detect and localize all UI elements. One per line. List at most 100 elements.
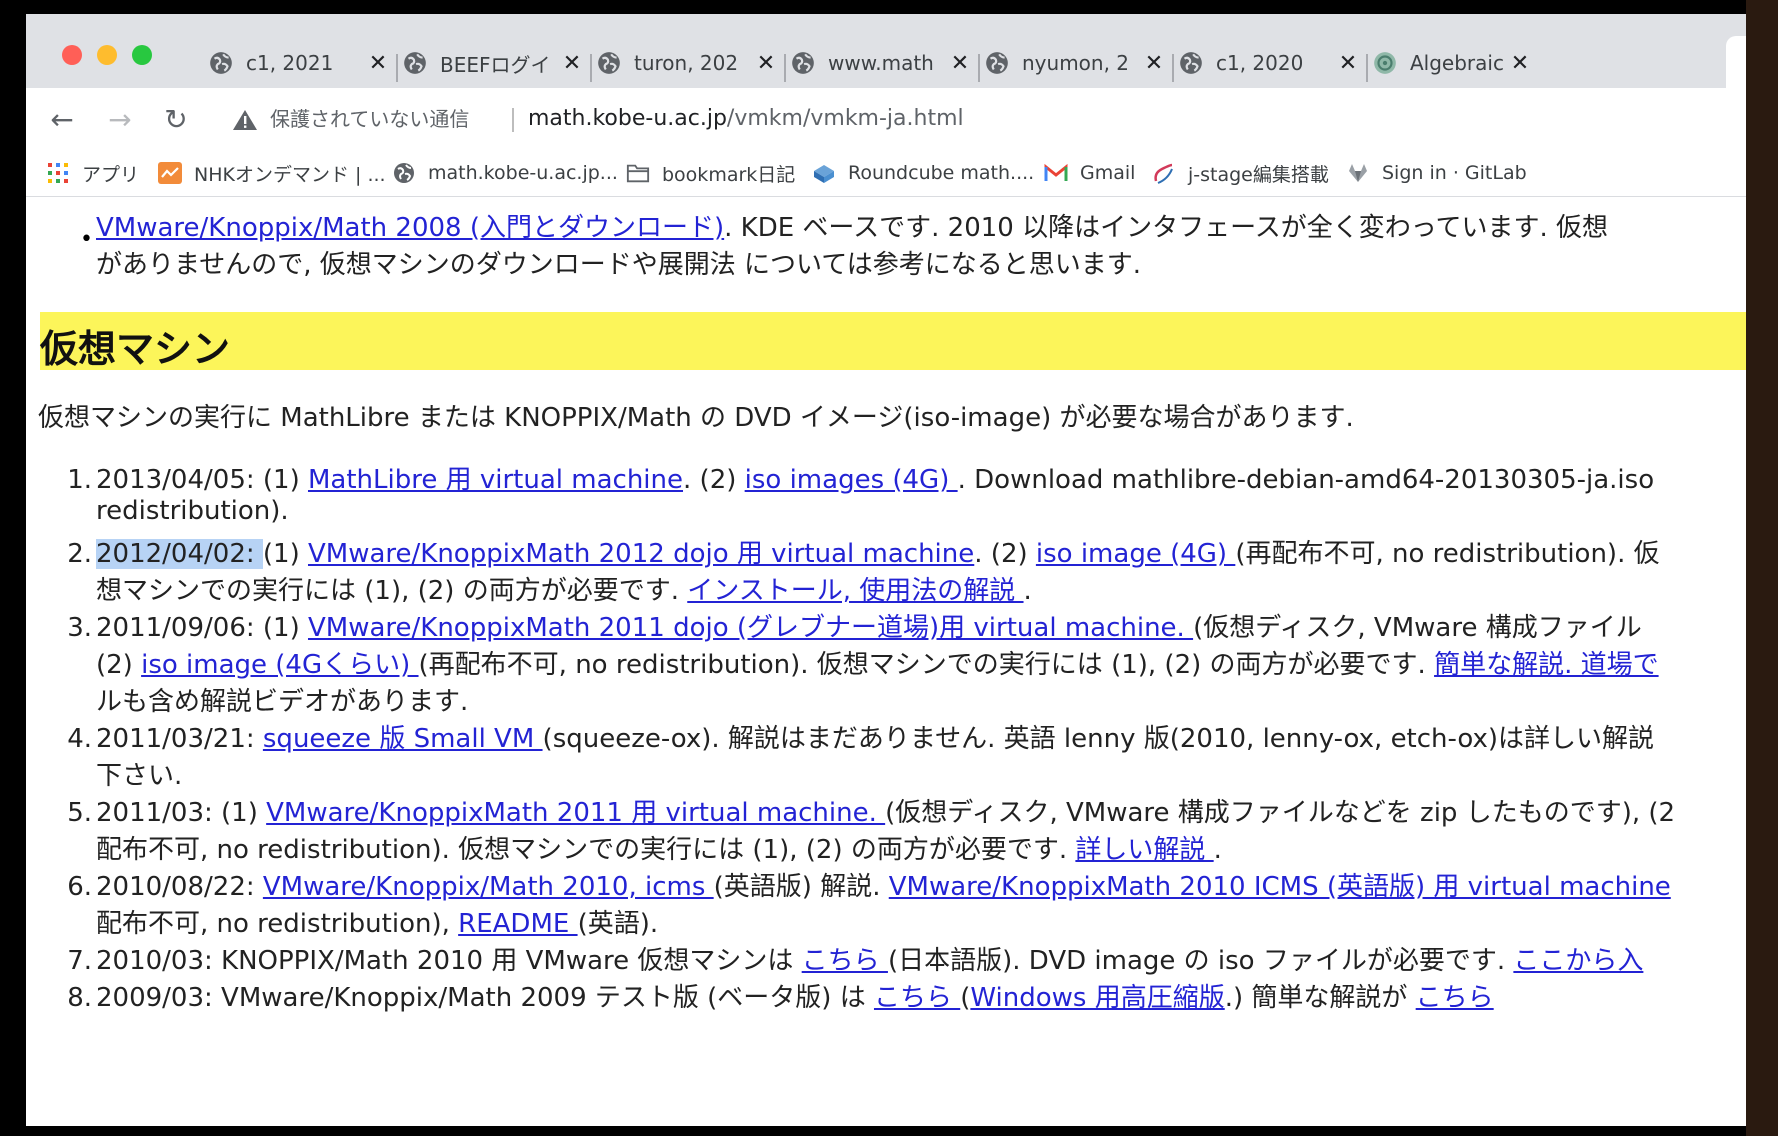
bookmark-label: Gmail: [1080, 162, 1136, 184]
bookmark-label: Roundcube math....: [848, 162, 1035, 184]
close-window-button[interactable]: [62, 45, 82, 65]
tab-beef[interactable]: BEEFログイ ✕: [378, 38, 596, 88]
intro-bullet-line2: がありませんので, 仮想マシンのダウンロードや展開法 については参考になると思い…: [96, 250, 1141, 280]
tab-label: c1, 2021: [246, 51, 334, 75]
link-knoppix-2010-icms[interactable]: VMware/Knoppix/Math 2010, icms: [263, 872, 714, 902]
list-number: 2.: [67, 539, 92, 569]
item-text: . (2): [974, 539, 1036, 569]
link-readme[interactable]: README: [458, 909, 577, 939]
list-item: 8. 2009/03: VMware/Knoppix/Math 2009 テスト版…: [58, 977, 1494, 1014]
list-item-continuation: ルも含め解説ビデオがあります.: [96, 687, 469, 717]
tab-www-math[interactable]: www.math ✕: [766, 38, 984, 88]
tab-turon[interactable]: turon, 202 ✕: [572, 38, 790, 88]
item-text: (再配布不可, no redistribution). 仮: [1235, 539, 1660, 569]
bookmark-label: bookmark日記: [662, 163, 796, 186]
link-windows-compressed[interactable]: Windows 用高圧縮版: [970, 983, 1224, 1013]
link-kochira-guide[interactable]: こちら: [1416, 983, 1494, 1013]
list-item-continuation: 配布不可, no redistribution), README (英語).: [96, 903, 658, 940]
globe-icon: [598, 52, 620, 74]
globe-icon: [986, 52, 1008, 74]
bookmark-nhk[interactable]: NHKオンデマンド | ...: [158, 158, 386, 188]
link-knoppixmath-2012-vm[interactable]: VMware/KnoppixMath 2012 dojo 用 virtual m…: [308, 539, 974, 569]
item-text: (再配布不可, no redistribution). 仮想マシンでの実行には …: [418, 650, 1435, 680]
link-iso-image-4g[interactable]: iso image (4Gくらい): [141, 650, 418, 680]
globe-icon: [392, 161, 416, 185]
close-tab-icon[interactable]: ✕: [1510, 51, 1530, 76]
bookmark-jstage[interactable]: j-stage編集搭載: [1152, 158, 1329, 188]
bookmark-label: Sign in · GitLab: [1382, 162, 1527, 184]
link-kochira-2009[interactable]: こちら: [874, 983, 960, 1013]
tab-label: c1, 2020: [1216, 51, 1304, 75]
list-number: 7.: [67, 946, 92, 976]
minimize-window-button[interactable]: [97, 45, 117, 65]
bookmark-label: NHKオンデマンド | ...: [194, 163, 386, 186]
back-button[interactable]: ←: [46, 104, 78, 136]
reload-button[interactable]: ↻: [160, 104, 192, 136]
link-knoppixmath-2011-vm[interactable]: VMware/KnoppixMath 2011 用 virtual machin…: [266, 798, 885, 828]
item-text: 2011/09/06: (1): [96, 613, 308, 643]
item-text: (: [960, 983, 971, 1013]
link-knoppixmath-2011-dojo-vm[interactable]: VMware/KnoppixMath 2011 dojo (グレブナー道場)用 …: [308, 613, 1193, 643]
link-install-guide[interactable]: インストール, 使用法の解説: [687, 576, 1023, 606]
item-text: . Download mathlibre-debian-amd64-201303…: [957, 465, 1655, 495]
bookmark-gitlab[interactable]: Sign in · GitLab: [1346, 158, 1527, 188]
item-text: (2): [96, 650, 142, 680]
item-text: .) 簡単な解説が: [1224, 983, 1416, 1013]
section-intro-paragraph: 仮想マシンの実行に MathLibre または KNOPPIX/Math の D…: [38, 403, 1354, 433]
link-mathlibre-vm[interactable]: MathLibre 用 virtual machine: [308, 465, 683, 495]
list-item-continuation: (2) iso image (4Gくらい) (再配布不可, no redistr…: [96, 644, 1659, 681]
tab-label: Algebraic S: [1410, 51, 1510, 75]
background-edge: [1746, 0, 1778, 1136]
link-simple-guide-dojo[interactable]: 簡単な解説. 道場で: [1434, 650, 1659, 680]
address-toolbar: ← → ↻ 保護されていない通信 math.kobe-u.ac.jp/vmkm/…: [26, 88, 1746, 150]
item-text: (1): [262, 539, 308, 569]
tab-label: nyumon, 2: [1022, 51, 1130, 75]
tab-c1-2021[interactable]: c1, 2021 ✕: [184, 38, 402, 88]
roundcube-icon: [812, 161, 836, 185]
item-text: 2011/03/21:: [96, 724, 263, 754]
maximize-window-button[interactable]: [132, 45, 152, 65]
bookmark-diary-folder[interactable]: bookmark日記: [626, 158, 795, 188]
list-item-continuation: 配布不可, no redistribution). 仮想マシンでの実行には (1…: [96, 829, 1222, 866]
globe-icon: [1180, 52, 1202, 74]
tab-c1-2020[interactable]: c1, 2020 ✕: [1154, 38, 1372, 88]
bookmark-apps[interactable]: アプリ: [46, 158, 139, 188]
bookmarks-bar: アプリ NHKオンデマンド | ... math.kobe-u.ac.jp...…: [26, 150, 1746, 197]
active-tab-edge[interactable]: [1726, 36, 1746, 90]
link-knoppixmath-2010-icms-vm[interactable]: VMware/KnoppixMath 2010 ICMS (英語版) 用 vir…: [889, 872, 1671, 902]
bookmark-gmail[interactable]: Gmail: [1044, 158, 1135, 188]
tab-nyumon[interactable]: nyumon, 2 ✕: [960, 38, 1178, 88]
list-number: 5.: [67, 798, 92, 828]
item-text: (英語).: [577, 909, 659, 939]
item-text: 配布不可, no redistribution),: [96, 909, 459, 939]
item-text: 2009/03: VMware/Knoppix/Math 2009 テスト版 (…: [96, 983, 874, 1013]
intro-bullet-line1: VMware/Knoppix/Math 2008 (入門とダウンロード). KD…: [96, 207, 1608, 244]
link-iso-image-2012[interactable]: iso image (4G): [1036, 539, 1235, 569]
url-host: math.kobe-u.ac.jp: [528, 106, 727, 131]
bookmark-label: アプリ: [82, 163, 140, 186]
security-status[interactable]: 保護されていない通信: [270, 102, 469, 136]
link-detailed-guide[interactable]: 詳しい解説: [1075, 835, 1213, 865]
link-kochira-2010[interactable]: こちら: [802, 946, 888, 976]
bookmark-roundcube[interactable]: Roundcube math....: [812, 158, 1034, 188]
page-content: • VMware/Knoppix/Math 2008 (入門とダウンロード). …: [26, 197, 1746, 1126]
item-text: 2010/08/22:: [96, 872, 263, 902]
gmail-icon: [1044, 161, 1068, 185]
url-divider: [512, 108, 514, 132]
tab-algebraic[interactable]: Algebraic S ✕: [1348, 38, 1544, 88]
browser-window: c1, 2021 ✕ BEEFログイ ✕ turon, 202 ✕ www.ma…: [26, 14, 1746, 1126]
forward-button[interactable]: →: [104, 104, 136, 136]
item-text: (仮想ディスク, VMware 構成ファイル: [1193, 613, 1642, 643]
link-knoppix-2008[interactable]: VMware/Knoppix/Math 2008 (入門とダウンロード): [96, 213, 724, 243]
item-text: 2011/03: (1): [96, 798, 267, 828]
globe-icon: [792, 52, 814, 74]
link-koko-kara[interactable]: ここから入: [1513, 946, 1643, 976]
link-iso-images[interactable]: iso images (4G): [745, 465, 958, 495]
list-item: 2. 2012/04/02: (1) VMware/KnoppixMath 201…: [58, 533, 1660, 570]
item-text: .: [1213, 835, 1222, 865]
bookmark-math-kobe[interactable]: math.kobe-u.ac.jp...: [392, 158, 618, 188]
link-squeeze-small-vm[interactable]: squeeze 版 Small VM: [263, 724, 543, 754]
warning-icon[interactable]: [232, 108, 258, 132]
list-number: 8.: [67, 983, 92, 1013]
address-bar[interactable]: math.kobe-u.ac.jp/vmkm/vmkm-ja.html: [528, 102, 964, 136]
